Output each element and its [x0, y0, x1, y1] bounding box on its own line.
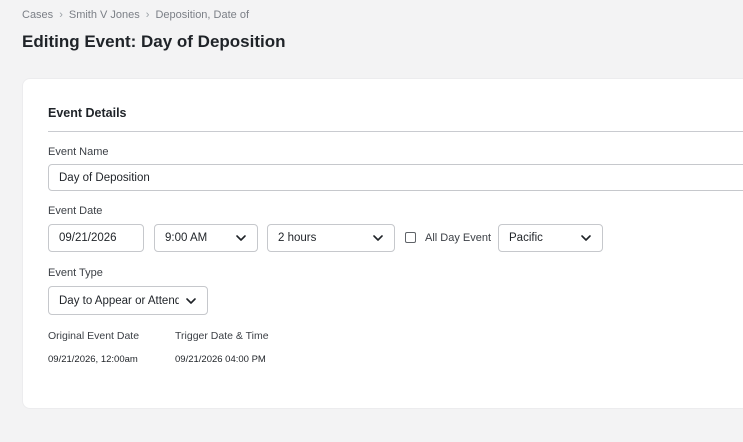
trigger-date-time-value: 09/21/2026 04:00 PM [175, 354, 266, 365]
event-duration-select[interactable]: 2 hours [267, 224, 395, 252]
chevron-down-icon [581, 235, 591, 241]
breadcrumb-item-event[interactable]: Deposition, Date of [155, 9, 249, 21]
event-time-value: 9:00 AM [165, 232, 208, 244]
event-type-select[interactable]: Day to Appear or Attend [48, 286, 208, 315]
chevron-down-icon [373, 235, 383, 241]
breadcrumb-item-case[interactable]: Smith V Jones [69, 9, 140, 21]
event-date-input[interactable]: 09/21/2026 [48, 224, 144, 252]
event-name-input[interactable]: Day of Deposition [48, 164, 743, 191]
breadcrumb: Cases › Smith V Jones › Deposition, Date… [22, 9, 249, 21]
original-event-date-label: Original Event Date [48, 330, 140, 342]
event-type-label: Event Type [48, 267, 103, 279]
breadcrumb-separator: › [145, 9, 150, 21]
breadcrumb-separator: › [59, 9, 63, 21]
timezone-select[interactable]: Pacific [498, 224, 603, 252]
event-name-label: Event Name [48, 146, 109, 158]
event-time-select[interactable]: 9:00 AM [154, 224, 258, 252]
event-details-card: Event Details Event Name Day of Depositi… [22, 78, 743, 409]
event-date-value: 09/21/2026 [59, 232, 117, 244]
timezone-value: Pacific [509, 232, 543, 244]
event-duration-value: 2 hours [278, 232, 317, 244]
chevron-down-icon [186, 297, 196, 304]
all-day-event-label[interactable]: All Day Event [425, 232, 491, 244]
chevron-down-icon [236, 235, 246, 241]
section-title: Event Details [48, 106, 127, 120]
event-type-value: Day to Appear or Attend [59, 294, 179, 307]
all-day-event-checkbox[interactable] [405, 232, 416, 243]
breadcrumb-item-cases[interactable]: Cases [22, 9, 53, 21]
event-name-value: Day of Deposition [59, 171, 150, 184]
page-title: Editing Event: Day of Deposition [22, 32, 286, 51]
original-event-date-value: 09/21/2026, 12:00am [48, 354, 138, 365]
trigger-date-time-label: Trigger Date & Time [175, 330, 269, 342]
event-date-label: Event Date [48, 205, 103, 217]
divider [48, 131, 743, 132]
